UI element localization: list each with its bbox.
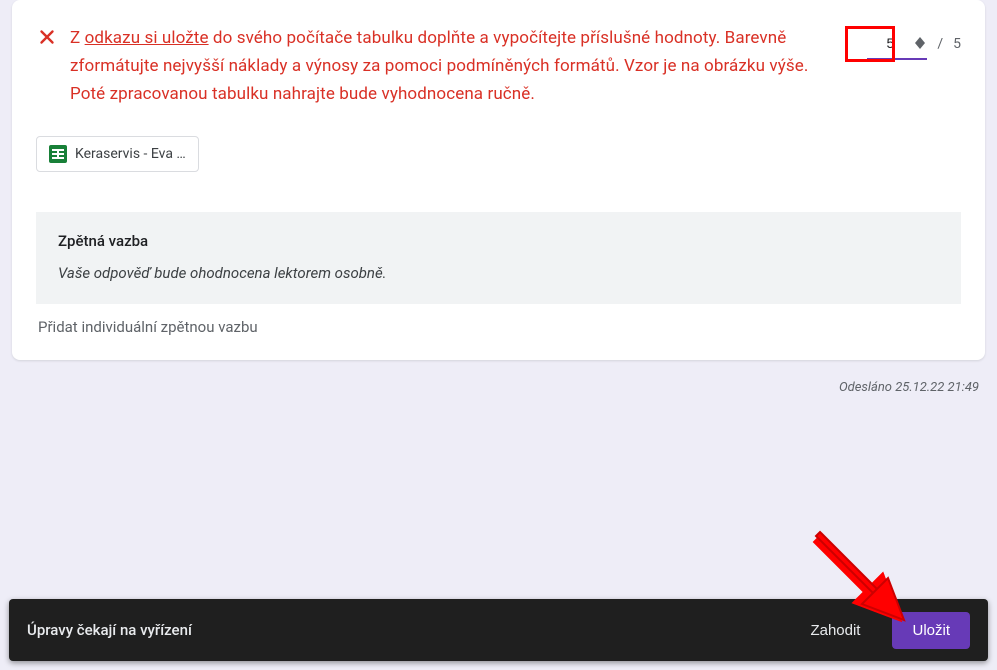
question-row: Z odkazu si uložte do svého počítače tab… (36, 24, 961, 108)
question-card: Z odkazu si uložte do svého počítače tab… (12, 0, 985, 360)
sent-timestamp: Odesláno 25.12.22 21:49 (0, 372, 997, 395)
bar-message: Úpravy čekají na vyřízení (27, 621, 778, 639)
discard-button[interactable]: Zahodit (790, 612, 880, 649)
add-feedback-button[interactable]: Přidat individuální zpětnou vazbu (36, 304, 961, 336)
score-max: 5 (953, 36, 961, 52)
score-box: / 5 (867, 28, 961, 60)
score-input-wrap[interactable] (867, 28, 927, 60)
pending-changes-bar: Úpravy čekají na vyřízení Zahodit Uložit (9, 599, 988, 661)
score-separator: / (937, 36, 943, 52)
question-text: Z odkazu si uložte do svého počítače tab… (70, 24, 855, 108)
question-link[interactable]: odkazu si uložte (85, 28, 209, 48)
feedback-title: Zpětná vazba (58, 232, 939, 250)
save-button[interactable]: Uložit (892, 612, 970, 649)
attachment-chip[interactable]: Keraservis - Eva … (36, 136, 199, 172)
attachment-label: Keraservis - Eva … (75, 146, 186, 162)
sheets-icon (49, 145, 67, 163)
question-text-pre: Z (70, 28, 85, 48)
feedback-body: Vaše odpověď bude ohodnocena lektorem os… (58, 264, 939, 282)
incorrect-x-icon (36, 26, 58, 48)
feedback-block: Zpětná vazba Vaše odpověď bude ohodnocen… (36, 212, 961, 304)
score-spinner-icon[interactable] (915, 37, 925, 49)
